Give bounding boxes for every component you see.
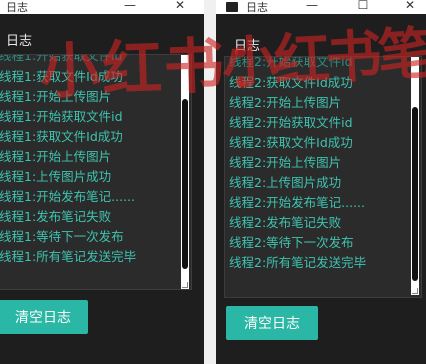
clear-log-button[interactable]: 清空日志 — [226, 306, 318, 340]
log-window-left: 日志 — ✕ 日志 线程1:开始获取文件id 线程1:获取文件Id成功 线程1:… — [0, 0, 204, 364]
log-line: 线程1:开始获取文件id — [0, 54, 123, 63]
log-window-right: 日志 — ☐ ✕ 日志 线程2:开始获取文件id 线程2:获取文件Id成功 线程… — [216, 0, 426, 364]
window-title: 日志 — [246, 1, 268, 14]
log-textarea[interactable]: 线程2:开始获取文件id 线程2:获取文件Id成功 线程2:开始上传图片 线程2… — [224, 56, 422, 298]
log-line: 线程2:获取文件Id成功 — [229, 135, 353, 150]
log-line: 线程1:开始获取文件id — [0, 109, 123, 124]
log-line: 线程1:上传图片成功 — [0, 169, 112, 184]
log-line: 线程1:等待下一次发布 — [0, 229, 124, 244]
close-icon[interactable]: ✕ — [170, 0, 190, 12]
log-line: 线程1:开始上传图片 — [0, 149, 112, 164]
log-line: 线程1:获取文件Id成功 — [0, 69, 123, 84]
scroll-thumb[interactable] — [412, 107, 418, 281]
log-line: 线程2:开始获取文件id — [229, 115, 353, 130]
log-line: 线程2:所有笔记发送完毕 — [229, 255, 367, 270]
window-title: 日志 — [6, 1, 28, 14]
log-line: 线程2:开始获取文件id — [229, 56, 353, 69]
log-line: 线程2:开始发布笔记...... — [229, 195, 366, 210]
log-line: 线程2:等待下一次发布 — [229, 235, 354, 250]
log-line: 线程1:开始发布笔记...... — [0, 189, 136, 204]
scrollbar[interactable] — [411, 57, 419, 287]
log-line: 线程1:所有笔记发送完毕 — [0, 249, 137, 264]
title-bar: 日志 — ☐ ✕ — [216, 0, 426, 14]
scrollbar[interactable] — [181, 55, 189, 281]
section-label: 日志 — [6, 34, 33, 49]
window-gap — [204, 0, 216, 364]
log-line: 线程2:开始上传图片 — [229, 155, 342, 170]
section-label: 日志 — [234, 39, 261, 54]
log-line: 线程2:上传图片成功 — [229, 175, 342, 190]
clear-log-button[interactable]: 清空日志 — [0, 300, 88, 334]
minimize-icon[interactable]: — — [302, 0, 322, 12]
app-icon — [226, 2, 238, 12]
log-line: 线程2:开始上传图片 — [229, 95, 342, 110]
log-line: 线程1:获取文件Id成功 — [0, 129, 123, 144]
resize-handle-icon[interactable] — [411, 287, 419, 295]
log-line: 线程1:开始上传图片 — [0, 89, 112, 104]
log-line: 线程2:发布笔记失败 — [229, 215, 342, 230]
resize-handle-icon[interactable] — [181, 281, 189, 289]
maximize-icon[interactable]: ☐ — [353, 0, 373, 12]
log-line: 线程1:发布笔记失败 — [0, 209, 112, 224]
title-bar: 日志 — ✕ — [0, 0, 204, 14]
log-textarea[interactable]: 线程1:开始获取文件id 线程1:获取文件Id成功 线程1:开始上传图片 线程1… — [0, 54, 192, 290]
scroll-thumb[interactable] — [182, 99, 188, 269]
close-icon[interactable]: ✕ — [400, 0, 420, 12]
log-line: 线程2:获取文件Id成功 — [229, 75, 353, 90]
minimize-icon[interactable]: — — [120, 0, 140, 12]
